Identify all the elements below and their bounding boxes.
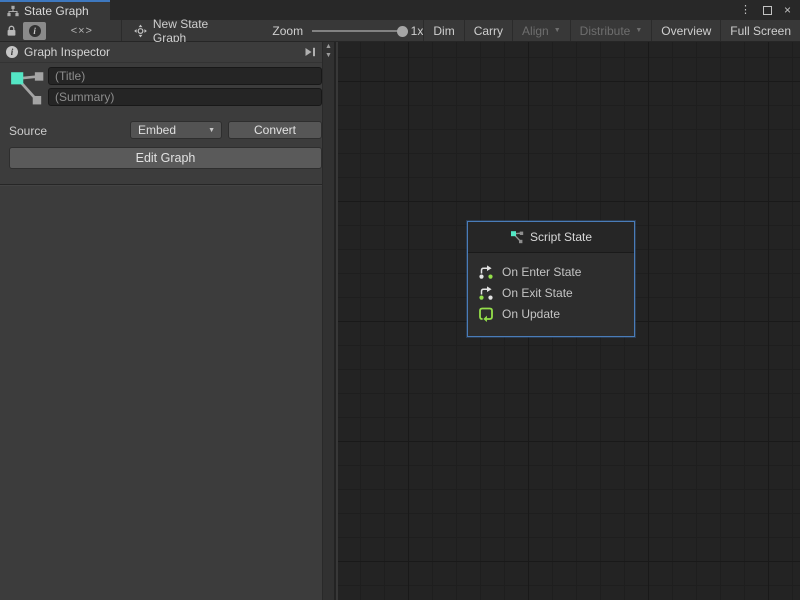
- align-label: Align: [522, 24, 549, 38]
- node-title: Script State: [530, 230, 592, 244]
- chevron-down-icon: ▼: [208, 127, 215, 134]
- close-icon[interactable]: ×: [784, 4, 791, 16]
- graph-inspector-title: Graph Inspector: [24, 45, 110, 59]
- state-graph-icon: [510, 230, 524, 244]
- event-row-on-enter-state: On Enter State: [478, 261, 624, 282]
- on-exit-state-icon: [478, 285, 494, 301]
- tab-title: State Graph: [24, 4, 89, 18]
- overview-label: Overview: [661, 24, 711, 38]
- info-icon: i: [6, 46, 18, 58]
- window-menu-icon[interactable]: ⋮: [740, 5, 751, 16]
- script-state-node[interactable]: Script State On Enter State O: [467, 221, 635, 337]
- event-label: On Enter State: [502, 265, 581, 279]
- dim-label: Dim: [433, 24, 454, 38]
- zoom-slider[interactable]: [312, 25, 402, 37]
- full-screen-label: Full Screen: [730, 24, 791, 38]
- new-state-graph-button[interactable]: New State Graph: [122, 20, 251, 41]
- script-state-node-body: On Enter State On Exit State On Update: [468, 253, 634, 324]
- distribute-button[interactable]: Distribute ▼: [570, 20, 652, 41]
- lock-icon: [6, 25, 17, 37]
- compass-icon: [134, 24, 147, 38]
- graph-toolbar: i <×> New State Graph Zoom 1x Dim Carry …: [0, 20, 800, 42]
- event-label: On Update: [502, 307, 560, 321]
- zoom-slider-handle[interactable]: [397, 26, 408, 37]
- dock-right-icon: [304, 47, 316, 57]
- zoom-label: Zoom: [272, 24, 303, 38]
- event-label: On Exit State: [502, 286, 573, 300]
- carry-label: Carry: [474, 24, 503, 38]
- event-row-on-exit-state: On Exit State: [478, 282, 624, 303]
- distribute-label: Distribute: [580, 24, 631, 38]
- inspector-scrollbar[interactable]: ▲ ▼: [322, 42, 334, 600]
- overview-button[interactable]: Overview: [651, 20, 720, 41]
- toolbar-right-group: Dim Carry Align ▼ Distribute ▼ Overview …: [423, 20, 800, 41]
- new-state-graph-label: New State Graph: [153, 17, 239, 45]
- title-field[interactable]: [48, 67, 322, 85]
- full-screen-button[interactable]: Full Screen: [720, 20, 800, 41]
- chevron-down-icon: ▼: [635, 27, 642, 34]
- tab-state-graph[interactable]: State Graph: [0, 0, 110, 20]
- on-update-icon: [478, 306, 494, 322]
- panel-divider: [0, 184, 322, 186]
- maximize-icon[interactable]: [763, 6, 772, 15]
- summary-field[interactable]: [48, 88, 322, 106]
- edit-graph-button[interactable]: Edit Graph: [9, 147, 322, 169]
- zoom-value: 1x: [411, 24, 424, 38]
- zoom-slider-track[interactable]: [312, 30, 402, 32]
- window-controls: ⋮ ×: [740, 0, 800, 20]
- title-bar: State Graph ⋮ ×: [0, 0, 800, 20]
- scroll-up-icon[interactable]: ▲: [325, 42, 332, 51]
- dim-button[interactable]: Dim: [423, 20, 463, 41]
- info-icon: i: [29, 25, 41, 37]
- code-view-button[interactable]: <×>: [55, 20, 109, 41]
- on-enter-state-icon: [478, 264, 494, 280]
- code-icon: <×>: [71, 25, 93, 37]
- event-row-on-update: On Update: [478, 303, 624, 324]
- dock-panel-button[interactable]: [304, 47, 316, 57]
- source-label: Source: [9, 124, 47, 138]
- source-dropdown-value: Embed: [138, 123, 176, 137]
- state-graph-icon: [9, 68, 47, 106]
- align-button[interactable]: Align ▼: [512, 20, 570, 41]
- source-dropdown[interactable]: Embed ▼: [130, 121, 222, 139]
- script-state-node-header[interactable]: Script State: [468, 222, 634, 253]
- lock-button[interactable]: [0, 20, 22, 41]
- state-graph-tab-icon: [7, 5, 19, 17]
- carry-button[interactable]: Carry: [464, 20, 512, 41]
- graph-inspector-panel: i Graph Inspector Source Embed ▼ Convert…: [0, 42, 336, 600]
- scroll-down-icon[interactable]: ▼: [325, 51, 332, 60]
- chevron-down-icon: ▼: [554, 27, 561, 34]
- convert-button[interactable]: Convert: [228, 121, 322, 139]
- graph-inspector-header: i Graph Inspector: [0, 42, 322, 63]
- graph-canvas[interactable]: Script State On Enter State O: [338, 42, 800, 600]
- inspector-toggle-button[interactable]: i: [23, 22, 45, 40]
